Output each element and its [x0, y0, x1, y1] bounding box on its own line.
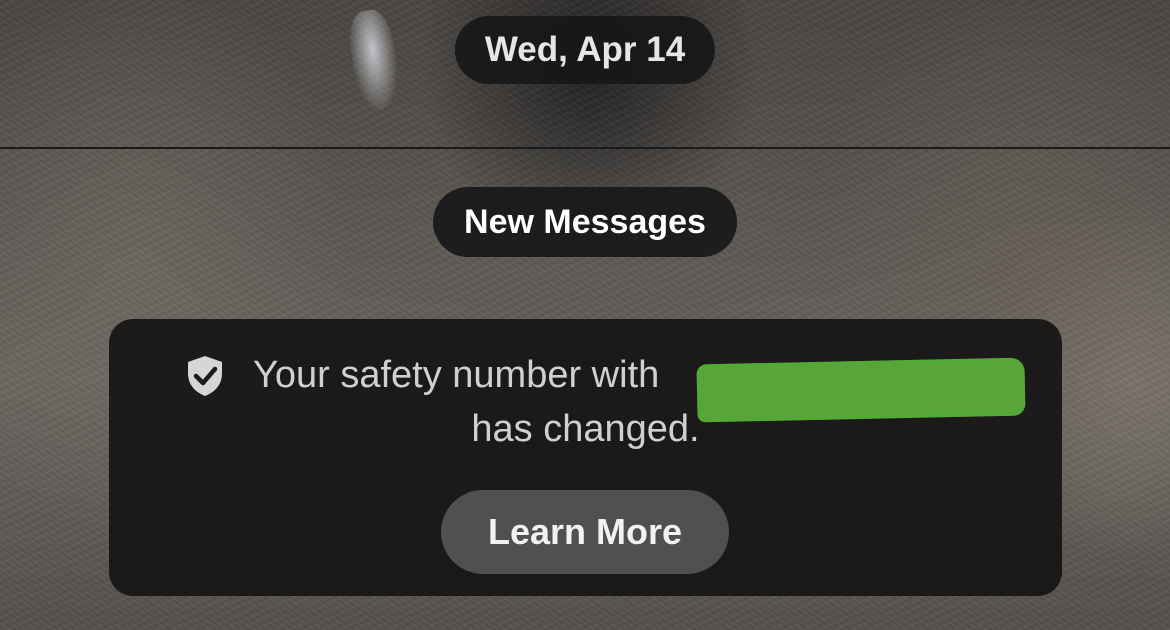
- shield-check-icon: [185, 355, 225, 397]
- safety-number-changed-notice: Your safety number with has changed. Lea…: [109, 319, 1062, 596]
- new-messages-indicator: New Messages: [433, 187, 737, 257]
- learn-more-button[interactable]: Learn More: [441, 490, 729, 574]
- safety-notice-line-1: Your safety number with: [109, 349, 1062, 423]
- safety-notice-line-2: has changed.: [471, 408, 700, 450]
- wallpaper-highlight: [345, 7, 403, 113]
- safety-notice-text: Your safety number with: [253, 354, 660, 396]
- divider-line: [0, 147, 1170, 149]
- date-header-pill: Wed, Apr 14: [454, 16, 716, 84]
